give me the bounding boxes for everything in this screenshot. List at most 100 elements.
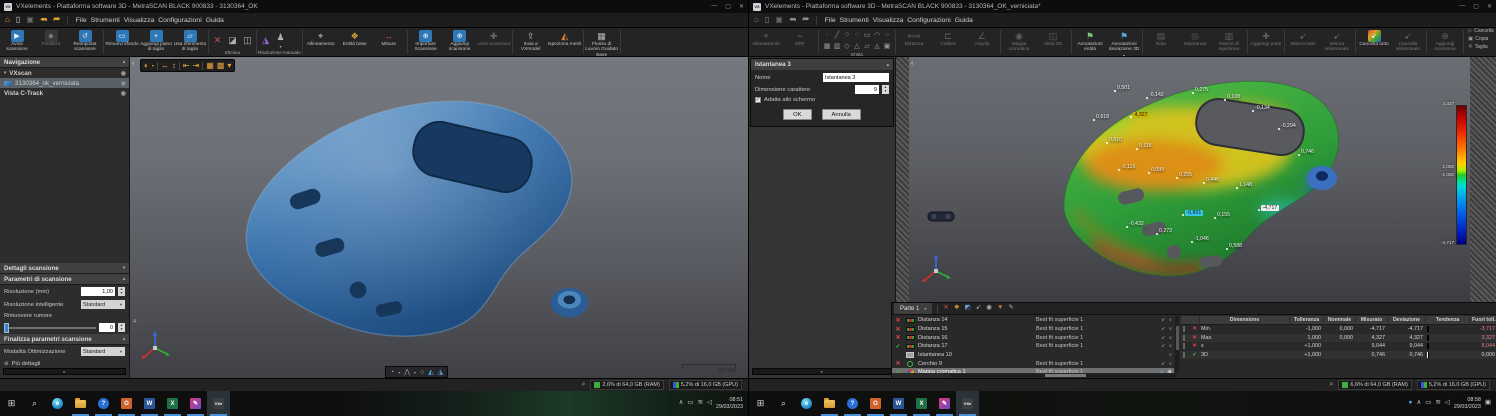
checkbox[interactable] [1183, 335, 1185, 341]
toolbar-misura[interactable]: ↔Misura [372, 28, 406, 47]
dialog-header[interactable]: Istantanea 3 ▴ [751, 59, 893, 70]
tree-item-vxscan[interactable]: ▾VXscan◉ [0, 68, 129, 78]
noise-slider[interactable] [4, 327, 96, 329]
title-bar[interactable]: VX VXelements - Piattaforma software 3D … [0, 0, 748, 13]
toolbar-avvia-scansione[interactable]: ▶Avvia scansione [0, 28, 34, 53]
view-tool-icon[interactable]: ◭ [428, 369, 433, 376]
toolbar-rimuovi-sfondo[interactable]: ▭Rimuovi sfondo [105, 28, 139, 47]
collapse-icon[interactable]: ▴ [123, 276, 125, 282]
spinner-control[interactable]: ▲▼ [118, 287, 125, 296]
dropdown-caret[interactable]: ▾ [398, 370, 400, 375]
chevron-down-icon[interactable]: ∨ [1169, 352, 1172, 358]
tray-icon[interactable]: ∧ [679, 400, 684, 407]
magnifier-icon[interactable]: ⌕ [133, 318, 137, 326]
tray-icon[interactable]: ● [1409, 400, 1413, 407]
list-item-distanza-17[interactable]: ✓Distanza 17Best fit superficie 1➹∨ [892, 342, 1174, 351]
deviation-annotation[interactable]: 0,618 [1096, 115, 1109, 120]
maximize-icon[interactable]: ▢ [725, 3, 731, 10]
home-icon[interactable]: ⌂ [5, 16, 10, 24]
notification-icon[interactable]: ▣ [1485, 400, 1491, 407]
cancel-button[interactable]: Annulla [822, 109, 861, 120]
menu-visualizza[interactable]: Visualizza [871, 17, 905, 24]
view-tool-icon[interactable]: ⋀ [404, 369, 410, 376]
toolbar-usa-riferimento-di-taglio[interactable]: ▱Usa riferimento di taglio [173, 28, 207, 53]
panel-collapse-icon[interactable]: ‹ [132, 60, 134, 67]
panel-tool-icon[interactable]: ❖ [954, 305, 960, 312]
entity-icon[interactable]: · [822, 29, 832, 40]
viewport-tool-icon[interactable]: ▦ [206, 62, 214, 70]
entity-icon[interactable]: ◇ [842, 40, 852, 51]
taskbar-app-excel[interactable]: X [161, 391, 184, 416]
panel-tool-icon[interactable]: ✎ [1008, 305, 1013, 312]
minimize-icon[interactable]: — [711, 3, 717, 10]
title-bar[interactable]: VX VXelements - Piattaforma software 3D … [749, 0, 1496, 13]
resolution-input[interactable]: 1,00 [81, 287, 115, 296]
panel-tool-icon[interactable]: ◉ [986, 305, 992, 312]
toolbar-copia[interactable]: ▣Copia [1468, 36, 1494, 42]
zoom-status-icon[interactable]: ⌕ [1329, 381, 1333, 389]
scan-params-header[interactable]: Parametri di scansione ▴ [0, 274, 129, 285]
toolbar-aggiungi-piano-di-taglio[interactable]: +Aggiungi piano di taglio [139, 28, 173, 53]
viewport-tool-icon[interactable]: ⇤ [183, 62, 190, 70]
home-icon[interactable]: ⌂ [754, 16, 759, 24]
entity-icon[interactable]: ╱ [832, 29, 842, 40]
panel-tool-icon[interactable]: ▼ [997, 305, 1003, 312]
chevron-down-icon[interactable]: ∨ [1169, 335, 1172, 341]
toolbar-elimina-con-riquadro[interactable]: ◫ [240, 32, 255, 46]
noise-input[interactable]: 0 [99, 323, 115, 332]
toolbar-allineamento[interactable]: ⌖Allineamento [304, 28, 338, 47]
taskbar-app-help[interactable]: ? [841, 391, 864, 416]
toolbar-report-di-ispezione[interactable]: ▥Report di ispezione [1212, 28, 1246, 53]
export-session-icon[interactable]: ⮫ [802, 16, 809, 24]
deviation-annotation[interactable]: 0,501 [1117, 86, 1130, 91]
menu-configurazioni[interactable]: Configurazioni [156, 17, 203, 24]
entity-icon[interactable]: ○ [842, 29, 852, 40]
taskbar-app-edge[interactable]: e [46, 391, 69, 416]
visibility-eye-icon[interactable]: ◉ [121, 70, 126, 77]
chevron-down-icon[interactable]: ▾ [4, 70, 6, 76]
toolbar-misura-tutto[interactable]: ➹Misura tutto [1286, 28, 1320, 47]
optimization-select[interactable]: Standard ▼ [81, 347, 125, 356]
list-item-distanza-15[interactable]: ✕Distanza 15Best fit superficie 1➹∨ [892, 325, 1174, 334]
menu-configurazioni[interactable]: Configurazioni [905, 17, 952, 24]
dimension-row-3d[interactable]: ✓3D+1,0000,7460,7460,000 [1181, 351, 1496, 360]
chevron-down-icon[interactable]: ∨ [1169, 343, 1172, 349]
toolbar-drf[interactable]: ⌁DRF [783, 28, 817, 47]
smart-resolution-select[interactable]: Standard ▼ [81, 300, 125, 309]
visibility-eye-icon[interactable]: ◉ [1167, 369, 1172, 373]
menu-file[interactable]: File [823, 17, 838, 24]
viewport-tool-icon[interactable]: ↔ [161, 62, 169, 70]
close-icon[interactable]: ✕ [1487, 3, 1492, 10]
minimize-icon[interactable]: — [1459, 3, 1465, 10]
deviation-annotation[interactable]: -4,717 [1261, 205, 1279, 211]
list-item-distanza-14[interactable]: ✕Distanza 14Best fit superficie 1➹∨ [892, 316, 1174, 325]
checkbox-cell[interactable] [1181, 352, 1190, 358]
list-item-distanza-16[interactable]: ✕Distanza 16Best fit superficie 1➹∨ [892, 333, 1174, 342]
deviation-colormap-mesh[interactable] [1034, 60, 1354, 302]
view-tool-icon[interactable]: ◔ [390, 369, 394, 376]
checkbox-cell[interactable] [1181, 326, 1190, 332]
taskbar-app-office[interactable]: O [864, 391, 887, 416]
panel-tool-icon[interactable]: ➹ [976, 305, 981, 312]
taskbar-app-vxelements[interactable]: VXe [956, 391, 979, 416]
list-item-mappa-cromatica-1[interactable]: ✓Mappa cromatica 1Best fit superficie 1◭… [892, 368, 1174, 373]
toolbar-nota[interactable]: ▤Nota [1144, 28, 1178, 47]
tree-item-vista-c-track[interactable]: Vista C-Track◉ [0, 88, 129, 98]
chevron-down-icon[interactable]: ∨ [1169, 326, 1172, 332]
deviation-annotation[interactable]: 1,148 [1239, 183, 1252, 188]
toolbar-mappa-cromatica[interactable]: ◉Mappa cromatica [1002, 28, 1036, 53]
deviation-annotation[interactable]: 0,108 [1227, 95, 1240, 100]
taskbar-app-explorer[interactable] [818, 391, 841, 416]
probe-icon[interactable]: ➹ [1161, 326, 1166, 332]
visibility-eye-icon[interactable]: ◉ [121, 90, 126, 97]
taskbar-app-search[interactable]: ⌕ [772, 391, 795, 416]
deviation-annotation[interactable]: -0,142 [1149, 93, 1164, 98]
splitter-hatch-left[interactable] [896, 57, 909, 302]
deviation-annotation[interactable]: 0,255 [1179, 173, 1192, 178]
name-input[interactable]: Istantanea 3 [823, 73, 889, 82]
toolbar-istantanea[interactable]: ◎Istantanea [1178, 28, 1212, 47]
taskbar-clock[interactable]: 08:58 29/03/2023 [1454, 397, 1481, 410]
toolbar-flusso-di-lavoro-guidato-base[interactable]: ▦Flusso di Lavoro Guidato Base [585, 28, 619, 57]
toolbar-entit-base[interactable]: ❖Entità base [338, 28, 372, 47]
toolbar-aggiungi-scansione[interactable]: ⊕Aggiungi scansione [443, 28, 477, 53]
